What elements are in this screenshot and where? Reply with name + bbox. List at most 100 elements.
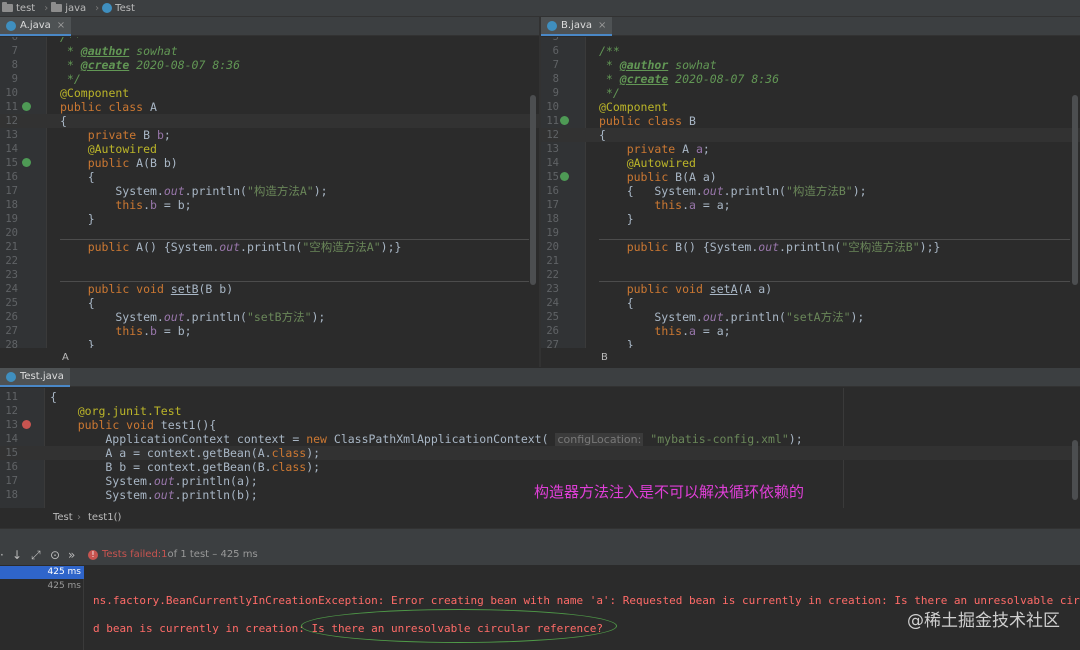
line-number[interactable]: 21 bbox=[541, 254, 559, 268]
line-number[interactable]: 27 bbox=[0, 324, 18, 338]
code-line[interactable]: 13 public void test1(){ bbox=[0, 418, 1080, 432]
code-line[interactable]: 21 public A() {System.out.println("空构造方法… bbox=[0, 240, 539, 254]
search-icon[interactable]: ⊙ bbox=[50, 548, 60, 562]
line-number[interactable]: 18 bbox=[0, 198, 18, 212]
line-number[interactable]: 26 bbox=[0, 310, 18, 324]
code-line[interactable]: 16 B b = context.getBean(B.class); bbox=[0, 460, 1080, 474]
line-number[interactable]: 10 bbox=[541, 100, 559, 114]
console-output[interactable]: ns.factory.BeanCurrentlyInCreationExcept… bbox=[85, 566, 1080, 650]
code-line[interactable]: 14 ApplicationContext context = new Clas… bbox=[0, 432, 1080, 446]
footer-crumb-class[interactable]: Test bbox=[53, 512, 73, 523]
code-line[interactable]: 18 this.b = b; bbox=[0, 198, 539, 212]
code-line[interactable]: 12 { bbox=[0, 114, 539, 128]
code-line[interactable]: 26 System.out.println("setB方法"); bbox=[0, 310, 539, 324]
code-line[interactable]: 25 System.out.println("setA方法"); bbox=[541, 310, 1080, 324]
editor-a-scrollbar[interactable] bbox=[530, 95, 536, 285]
code-line[interactable]: 11 { bbox=[0, 390, 1080, 404]
code-line[interactable]: 25 { bbox=[0, 296, 539, 310]
line-number[interactable]: 28 bbox=[0, 338, 18, 348]
code-line[interactable]: 7 * @author sowhat bbox=[0, 44, 539, 58]
code-line[interactable]: 10 @Component bbox=[0, 86, 539, 100]
breadcrumb-file[interactable]: Test bbox=[102, 3, 135, 14]
code-line[interactable]: 13 private A a; bbox=[541, 142, 1080, 156]
code-line[interactable]: 12 { bbox=[541, 128, 1080, 142]
editor-b-footer-crumb[interactable]: B bbox=[601, 352, 608, 363]
line-number[interactable]: 12 bbox=[541, 128, 559, 142]
code-line[interactable]: 20 public B() {System.out.println("空构造方法… bbox=[541, 240, 1080, 254]
expand-icon[interactable]: ⤢ bbox=[31, 548, 41, 563]
line-number[interactable]: 7 bbox=[541, 58, 559, 72]
code-line[interactable]: 7 * @author sowhat bbox=[541, 58, 1080, 72]
line-number[interactable]: 16 bbox=[0, 170, 18, 184]
line-number[interactable]: 21 bbox=[0, 240, 18, 254]
code-line[interactable]: 8 * @create 2020-08-07 8:36 bbox=[0, 58, 539, 72]
line-number[interactable]: 15 bbox=[0, 446, 18, 460]
code-line[interactable]: 15 public A(B b) bbox=[0, 156, 539, 170]
line-number[interactable]: 9 bbox=[0, 72, 18, 86]
breadcrumb-project[interactable]: test bbox=[2, 2, 35, 14]
test-tree-row[interactable]: 425 ms bbox=[0, 566, 84, 579]
line-number[interactable]: 6 bbox=[0, 37, 18, 44]
code-line[interactable]: 22 bbox=[541, 268, 1080, 282]
code-line[interactable]: 21 bbox=[541, 254, 1080, 268]
line-number[interactable]: 13 bbox=[0, 418, 18, 432]
line-number[interactable]: 20 bbox=[0, 226, 18, 240]
line-number[interactable]: 11 bbox=[541, 114, 559, 128]
code-line[interactable]: 17 System.out.println(a); bbox=[0, 474, 1080, 488]
code-line[interactable]: 20 bbox=[0, 226, 539, 240]
code-line[interactable]: 11 public class A bbox=[0, 100, 539, 114]
code-line[interactable]: 19 } bbox=[0, 212, 539, 226]
bean-icon[interactable] bbox=[22, 158, 31, 167]
code-line[interactable]: 15 A a = context.getBean(A.class); bbox=[0, 446, 1080, 460]
line-number[interactable]: 14 bbox=[0, 432, 18, 446]
code-line[interactable]: 24 public void setB(B b) bbox=[0, 282, 539, 296]
run-test-icon[interactable] bbox=[22, 420, 31, 429]
arrow-down-icon[interactable]: ↓ bbox=[12, 548, 22, 562]
code-line[interactable]: 5 bbox=[541, 37, 1080, 44]
line-number[interactable]: 15 bbox=[541, 170, 559, 184]
code-line[interactable]: 13 private B b; bbox=[0, 128, 539, 142]
line-number[interactable]: 22 bbox=[0, 254, 18, 268]
line-number[interactable]: 7 bbox=[0, 44, 18, 58]
line-number[interactable]: 27 bbox=[541, 338, 559, 348]
code-line[interactable]: 23 public void setA(A a) bbox=[541, 282, 1080, 296]
line-number[interactable]: 9 bbox=[541, 86, 559, 100]
line-number[interactable]: 16 bbox=[541, 184, 559, 198]
code-line[interactable]: 14 @Autowired bbox=[541, 156, 1080, 170]
line-number[interactable]: 17 bbox=[0, 184, 18, 198]
line-number[interactable]: 22 bbox=[541, 268, 559, 282]
tab-b-java[interactable]: B.java × bbox=[541, 17, 613, 36]
line-number[interactable]: 26 bbox=[541, 324, 559, 338]
code-line[interactable]: 26 this.a = a; bbox=[541, 324, 1080, 338]
code-line[interactable]: 16 { bbox=[0, 170, 539, 184]
code-line[interactable]: 9 */ bbox=[0, 72, 539, 86]
line-number[interactable]: 14 bbox=[0, 142, 18, 156]
line-number[interactable]: 25 bbox=[0, 296, 18, 310]
close-icon[interactable]: × bbox=[598, 20, 606, 31]
line-number[interactable]: 20 bbox=[541, 240, 559, 254]
code-line[interactable]: 9 */ bbox=[541, 86, 1080, 100]
line-number[interactable]: 5 bbox=[541, 37, 559, 44]
breadcrumb-folder[interactable]: java bbox=[51, 2, 86, 14]
editor-test[interactable]: 构造器方法注入是不可以解决循环依赖的 11{12 @org.junit.Test… bbox=[0, 388, 1080, 508]
code-line[interactable]: 15 public B(A a) bbox=[541, 170, 1080, 184]
code-line[interactable]: 16 { System.out.println("构造方法B"); bbox=[541, 184, 1080, 198]
line-number[interactable]: 19 bbox=[0, 212, 18, 226]
bean-icon[interactable] bbox=[560, 116, 569, 125]
close-icon[interactable]: × bbox=[57, 20, 65, 31]
code-line[interactable]: 19 bbox=[541, 226, 1080, 240]
code-line[interactable]: 10 @Component bbox=[541, 100, 1080, 114]
code-line[interactable]: 14 @Autowired bbox=[0, 142, 539, 156]
line-number[interactable]: 14 bbox=[541, 156, 559, 170]
line-number[interactable]: 11 bbox=[0, 390, 18, 404]
tab-test-java[interactable]: Test.java bbox=[0, 368, 70, 387]
line-number[interactable]: 23 bbox=[541, 282, 559, 296]
line-number[interactable]: 10 bbox=[0, 86, 18, 100]
line-number[interactable]: 13 bbox=[541, 142, 559, 156]
editor-a-footer-crumb[interactable]: A bbox=[62, 352, 69, 363]
code-line[interactable]: 28 } bbox=[0, 338, 539, 348]
editor-a[interactable]: 6/** 7 * @author sowhat 8 * @create 2020-0… bbox=[0, 37, 539, 348]
line-number[interactable]: 23 bbox=[0, 268, 18, 282]
code-line[interactable]: 22 bbox=[0, 254, 539, 268]
code-line[interactable]: 18 } bbox=[541, 212, 1080, 226]
